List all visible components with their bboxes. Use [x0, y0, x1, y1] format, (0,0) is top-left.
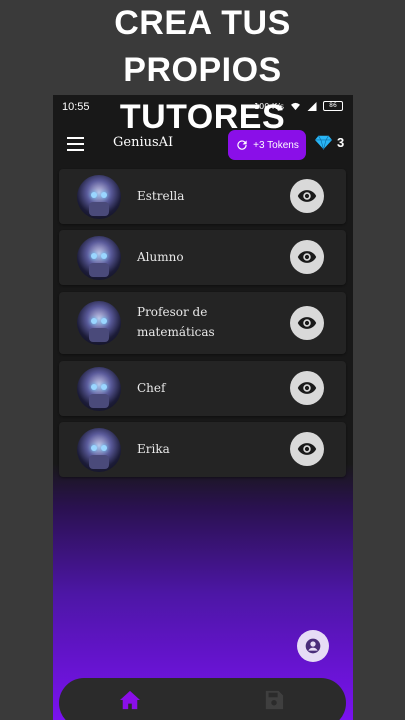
tutor-name: Estrella [137, 189, 185, 203]
phone-screen: 10:55 100 K/s 86 GeniusAI +3 Tokens 3 Es… [53, 95, 353, 720]
headline-line-2: PROPIOS [123, 51, 282, 89]
promo-headline: CREA TUS PROPIOS TUTORES [0, 0, 405, 141]
tutor-avatar [77, 301, 121, 345]
tutor-avatar [77, 236, 121, 280]
tutor-card[interactable]: Profesor de matemáticas [59, 292, 346, 354]
view-tutor-button[interactable] [290, 240, 324, 274]
tutor-card[interactable]: Estrella [59, 169, 346, 224]
account-circle-icon [305, 638, 321, 654]
bottom-navigation [59, 678, 346, 720]
tutor-avatar [77, 367, 121, 411]
eye-icon [297, 190, 317, 202]
view-tutor-button[interactable] [290, 371, 324, 405]
tutor-name: Erika [137, 442, 170, 456]
tutor-avatar [77, 428, 121, 472]
headline-line-3: TUTORES [119, 98, 286, 136]
tutor-name: Chef [137, 381, 166, 395]
view-tutor-button[interactable] [290, 432, 324, 466]
headline-line-1: CREA TUS [114, 4, 291, 42]
tutor-card[interactable]: Chef [59, 361, 346, 416]
view-tutor-button[interactable] [290, 306, 324, 340]
eye-icon [297, 317, 317, 329]
home-icon[interactable] [119, 690, 141, 710]
tutor-name: Profesor de matemáticas [137, 305, 215, 339]
tutor-avatar [77, 175, 121, 219]
view-tutor-button[interactable] [290, 179, 324, 213]
eye-icon [297, 382, 317, 394]
save-icon[interactable] [264, 690, 284, 710]
tutor-name: Alumno [137, 250, 184, 264]
tutor-card[interactable]: Erika [59, 422, 346, 477]
profile-button[interactable] [297, 630, 329, 662]
eye-icon [297, 251, 317, 263]
eye-icon [297, 443, 317, 455]
tutor-card[interactable]: Alumno [59, 230, 346, 285]
tokens-label: +3 Tokens [253, 139, 299, 151]
